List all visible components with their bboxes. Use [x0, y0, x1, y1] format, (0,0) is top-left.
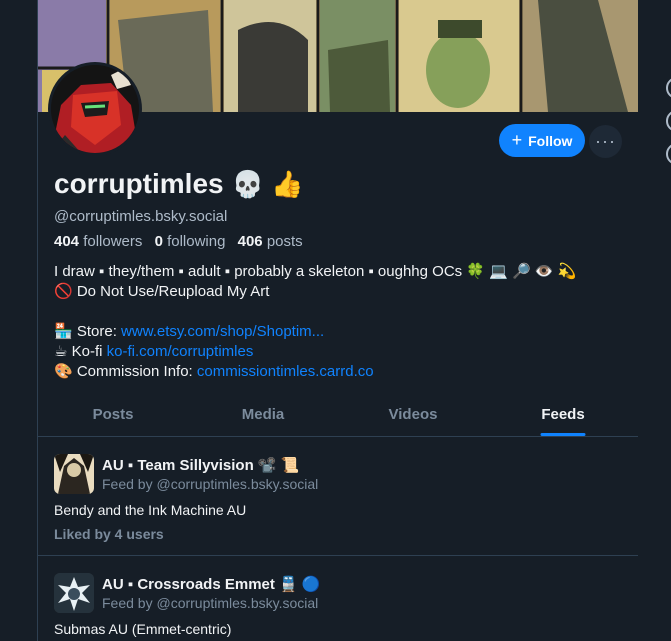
plus-icon: +	[511, 129, 523, 150]
profile-tabs: Posts Media Videos Feeds	[38, 395, 638, 437]
followers-label: followers	[83, 233, 143, 250]
profile-handle: @corruptimles.bsky.social	[54, 208, 228, 225]
feed-avatar	[54, 573, 94, 613]
posts-label: posts	[266, 233, 303, 250]
feed-byline: Feed by @corruptimles.bsky.social	[102, 476, 319, 492]
feed-title: AU ▪ Crossroads Emmet 🚆 🔵	[102, 576, 321, 593]
bio-line-2: 🚫 Do Not Use/Reupload My Art	[54, 283, 270, 300]
feed-card[interactable]: AU ▪ Team Sillyvision 📽️ 📜 Feed by @corr…	[38, 437, 638, 556]
left-gutter	[0, 0, 38, 641]
commission-link[interactable]: commissiontimles.carrd.co	[197, 363, 374, 380]
followers-count: 404	[54, 233, 80, 250]
follow-button[interactable]: + Follow	[499, 124, 585, 157]
feed-description: Bendy and the Ink Machine AU	[54, 502, 247, 518]
feed-avatar	[54, 454, 94, 494]
bio-line-1: I draw ▪ they/them ▪ adult ▪ probably a …	[54, 263, 577, 280]
tab-videos[interactable]: Videos	[338, 395, 488, 436]
display-name: corruptimles 💀 👍	[54, 168, 304, 200]
bio-commission-line: 🎨 Commission Info: commissiontimles.carr…	[54, 362, 624, 382]
right-gutter	[638, 0, 671, 641]
feed-title: AU ▪ Team Sillyvision 📽️ 📜	[102, 457, 300, 474]
feed-description: Submas AU (Emmet-centric)	[54, 621, 232, 637]
display-name-text: corruptimles	[54, 168, 224, 199]
bio-commission-prefix: 🎨 Commission Info:	[54, 363, 197, 380]
profile-column: + Follow ··· corruptimles 💀 👍 @corruptim…	[38, 0, 638, 641]
store-link[interactable]: www.etsy.com/shop/Shoptim...	[121, 323, 324, 340]
feed-byline: Feed by @corruptimles.bsky.social	[102, 595, 319, 611]
posts-stat: 406 posts	[238, 233, 303, 250]
tab-feeds[interactable]: Feeds	[488, 395, 638, 436]
bio-kofi-line: ☕ Ko-fi ko-fi.com/corruptimles	[54, 342, 624, 362]
profile-avatar[interactable]	[48, 62, 142, 156]
tab-media[interactable]: Media	[188, 395, 338, 436]
bio-store-prefix: 🏪 Store:	[54, 323, 122, 340]
feed-card[interactable]: AU ▪ Crossroads Emmet 🚆 🔵 Feed by @corru…	[38, 556, 638, 641]
posts-count: 406	[237, 233, 263, 250]
kofi-link[interactable]: ko-fi.com/corruptimles	[107, 343, 254, 360]
bio-kofi-prefix: ☕ Ko-fi	[54, 343, 107, 360]
feed-likes[interactable]: Liked by 4 users	[54, 526, 164, 542]
display-name-emoji: 💀 👍	[231, 168, 304, 199]
follow-button-label: Follow	[528, 132, 573, 149]
following-link[interactable]: 0 following	[155, 233, 226, 250]
profile-bio: I draw ▪ they/them ▪ adult ▪ probably a …	[54, 262, 624, 382]
tab-posts[interactable]: Posts	[38, 395, 188, 436]
followers-link[interactable]: 404 followers	[54, 233, 142, 250]
more-horizontal-icon: ···	[595, 131, 616, 151]
following-count: 0	[154, 233, 163, 250]
bio-store-line: 🏪 Store: www.etsy.com/shop/Shoptim...	[54, 322, 624, 342]
profile-stats: 404 followers 0 following 406 posts	[54, 233, 303, 250]
more-options-button[interactable]: ···	[589, 125, 622, 158]
following-label: following	[167, 233, 226, 250]
